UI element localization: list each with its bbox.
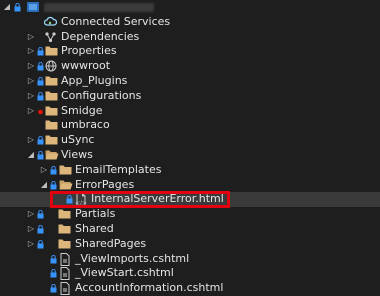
- tree-item-views[interactable]: ◢ Views: [0, 148, 380, 163]
- lock-icon: [37, 222, 45, 236]
- tree-item-email-templates[interactable]: ▷ EmailTemplates: [0, 163, 380, 178]
- tree-item-smidge[interactable]: ▷ Smidge: [0, 104, 380, 119]
- lock-icon: [50, 266, 58, 280]
- tree-item-label: _ViewStart.cshtml: [75, 266, 174, 280]
- tree-item-label: ErrorPages: [75, 177, 135, 191]
- tree-item-label: Shared: [75, 221, 114, 235]
- chevron-right-icon[interactable]: ▷: [26, 222, 36, 237]
- chevron-right-icon[interactable]: ▷: [26, 30, 36, 45]
- folder-open-icon: [59, 178, 73, 192]
- folder-icon: [58, 207, 72, 221]
- csharp-project-icon: [26, 0, 40, 14]
- tree-item-label: InternalServerError.html: [91, 192, 224, 206]
- lock-icon: [50, 178, 58, 192]
- tree-item-dependencies[interactable]: ▷ Dependencies: [0, 30, 380, 45]
- lock-icon: [14, 0, 22, 14]
- chevron-right-icon[interactable]: ▷: [39, 163, 49, 178]
- lock-icon: [37, 148, 45, 162]
- tree-item-label: Smidge: [61, 103, 103, 117]
- chevron-right-icon[interactable]: ▷: [26, 133, 36, 148]
- chevron-down-icon[interactable]: ◢: [26, 148, 36, 163]
- folder-icon: [45, 133, 59, 147]
- folder-icon: [58, 237, 72, 251]
- chevron-down-icon[interactable]: ◢: [39, 178, 49, 193]
- tree-item-internal-server-error[interactable]: </> InternalServerError.html: [0, 192, 380, 208]
- tree-item-label: App_Plugins: [61, 73, 128, 87]
- tree-item-view-start[interactable]: _ViewStart.cshtml: [0, 266, 380, 281]
- lock-icon: [37, 89, 45, 103]
- lock-icon: [37, 59, 45, 73]
- dependencies-icon: [44, 30, 58, 44]
- project-root-row[interactable]: ◢: [0, 0, 380, 15]
- tree-item-partials[interactable]: ▷ Partials: [0, 207, 380, 222]
- folder-icon: [45, 89, 59, 103]
- tree-item-label: _ViewImports.cshtml: [75, 251, 190, 265]
- folder-icon: [58, 222, 72, 236]
- folder-icon: [45, 104, 59, 118]
- folder-open-icon: [45, 148, 59, 162]
- lock-icon: [37, 133, 45, 147]
- chevron-right-icon[interactable]: ▷: [26, 89, 36, 104]
- razor-file-icon: [59, 252, 73, 266]
- lock-icon: [50, 252, 58, 266]
- tree-item-label: Properties: [61, 44, 117, 58]
- lock-icon: [37, 207, 45, 221]
- tree-item-label: EmailTemplates: [75, 162, 162, 176]
- tree-item-configurations[interactable]: ▷ Configurations: [0, 89, 380, 104]
- excluded-dot-icon: [37, 104, 45, 118]
- tree-item-label: Connected Services: [61, 14, 171, 28]
- tree-item-view-imports[interactable]: _ViewImports.cshtml: [0, 252, 380, 267]
- folder-icon: [45, 74, 59, 88]
- tree-item-label: SharedPages: [75, 236, 147, 250]
- tree-item-label: Views: [61, 147, 93, 161]
- connected-services-icon: [44, 15, 58, 29]
- folder-icon: [45, 118, 59, 132]
- lock-icon: [37, 44, 45, 58]
- chevron-right-icon[interactable]: ▷: [26, 44, 36, 59]
- tree-item-shared[interactable]: ▷ Shared: [0, 222, 380, 237]
- tree-item-label: Dependencies: [61, 29, 140, 43]
- tree-item-shared-pages[interactable]: ▷ SharedPages: [0, 237, 380, 252]
- html-file-icon: </>: [75, 192, 89, 207]
- chevron-right-icon[interactable]: ▷: [26, 104, 36, 119]
- tree-item-label: Partials: [75, 207, 116, 221]
- lock-icon: [37, 74, 45, 88]
- chevron-right-icon[interactable]: ▷: [26, 59, 36, 74]
- chevron-right-icon[interactable]: ▷: [26, 74, 36, 89]
- razor-file-icon: [59, 266, 73, 281]
- tree-item-umbraco[interactable]: umbraco: [0, 118, 380, 133]
- globe-icon: [45, 59, 59, 73]
- chevron-down-icon[interactable]: ◢: [2, 0, 12, 15]
- razor-file-icon: [59, 281, 73, 296]
- chevron-right-icon[interactable]: ▷: [26, 237, 36, 252]
- tree-item-properties[interactable]: ▷ Properties: [0, 44, 380, 59]
- lock-icon: [66, 192, 74, 206]
- tree-item-label: wwwroot: [61, 59, 111, 73]
- lock-icon: [50, 163, 58, 177]
- tree-item-usync[interactable]: ▷ uSync: [0, 133, 380, 148]
- project-name-redacted: [44, 3, 154, 12]
- folder-icon: [59, 163, 73, 177]
- svg-text:</>: </>: [75, 200, 87, 206]
- tree-item-app-plugins[interactable]: ▷ App_Plugins: [0, 74, 380, 89]
- folder-icon: [45, 44, 59, 58]
- tree-item-error-pages[interactable]: ◢ ErrorPages: [0, 178, 380, 193]
- chevron-right-icon[interactable]: ▷: [26, 207, 36, 222]
- tree-item-label: Configurations: [61, 88, 142, 102]
- tree-item-wwwroot[interactable]: ▷ wwwroot: [0, 59, 380, 74]
- solution-explorer-tree: ◢ Connected Services ▷ Dependencies ▷ Pr…: [0, 0, 380, 296]
- tree-item-label: uSync: [61, 133, 95, 147]
- tree-item-connected-services[interactable]: Connected Services: [0, 15, 380, 30]
- lock-icon: [50, 281, 58, 295]
- lock-icon: [37, 237, 45, 251]
- tree-item-label: umbraco: [61, 118, 110, 132]
